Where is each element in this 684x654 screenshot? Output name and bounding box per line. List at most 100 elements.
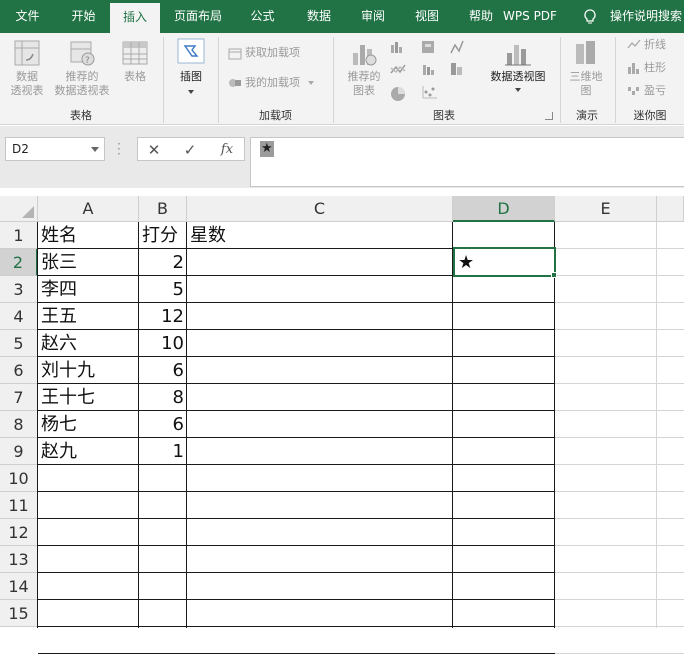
- cell-score[interactable]: 1: [139, 438, 187, 465]
- tab-5[interactable]: 数据: [292, 0, 346, 33]
- row-header[interactable]: 2: [0, 249, 38, 276]
- gridline: [555, 518, 684, 519]
- cell-score[interactable]: 8: [139, 384, 187, 411]
- row-header[interactable]: 4: [0, 303, 38, 330]
- cell-name[interactable]: 王五: [38, 303, 139, 330]
- chevron-down-icon: [307, 81, 314, 85]
- tables-group-label: 表格: [70, 109, 92, 122]
- row-header[interactable]: 1: [0, 222, 38, 249]
- illustrations-button[interactable]: 插图: [168, 37, 214, 94]
- gridline: [38, 572, 555, 573]
- column-header[interactable]: D: [453, 196, 555, 222]
- drag-handle-icon[interactable]: · · ·: [117, 138, 121, 160]
- svg-text:?: ?: [85, 56, 90, 66]
- cell-c1[interactable]: 星数: [187, 222, 453, 249]
- sparkline-winloss-icon: [628, 87, 639, 95]
- cell-name[interactable]: 张三: [38, 249, 139, 276]
- insert-function-icon[interactable]: fx: [215, 140, 239, 160]
- gridline: [555, 545, 684, 546]
- cell-a1[interactable]: 姓名: [38, 222, 139, 249]
- gridline: [555, 275, 684, 276]
- name-box-value: D2: [12, 142, 29, 156]
- pivot-table-icon: [14, 40, 40, 66]
- sparkline-line-button[interactable]: 折线: [627, 36, 666, 54]
- select-all-corner[interactable]: [0, 196, 38, 222]
- cancel-icon[interactable]: ✕: [142, 140, 166, 160]
- sparkline-column-icon: [628, 63, 639, 74]
- row-header[interactable]: 5: [0, 330, 38, 357]
- tab-2[interactable]: 插入: [110, 3, 160, 33]
- recommended-charts-label: 推荐的 图表: [347, 70, 381, 97]
- charts-group-label: 图表: [433, 109, 455, 122]
- 3d-map-button[interactable]: 三维地 图: [565, 39, 607, 98]
- gridline: [555, 383, 684, 384]
- pivot-chart-icon: [505, 45, 531, 66]
- tab-1[interactable]: 开始: [56, 0, 111, 33]
- recommended-charts-button[interactable]: 推荐的 图表: [340, 39, 388, 98]
- gridline: [555, 491, 684, 492]
- row-header[interactable]: 9: [0, 438, 38, 465]
- column-header[interactable]: B: [139, 196, 187, 222]
- chevron-down-icon: [515, 88, 521, 92]
- sparkline-line-icon: [627, 39, 641, 49]
- tab-6[interactable]: 审阅: [346, 0, 400, 33]
- row-header[interactable]: 8: [0, 411, 38, 438]
- cell-score[interactable]: 10: [139, 330, 187, 357]
- column-header[interactable]: [657, 196, 684, 222]
- chevron-down-icon[interactable]: [91, 147, 99, 152]
- sparkline-column-button[interactable]: 柱形: [627, 59, 666, 77]
- row-header[interactable]: 6: [0, 357, 38, 384]
- cell-name[interactable]: 赵九: [38, 438, 139, 465]
- formula-input[interactable]: ★: [250, 137, 684, 187]
- row-header[interactable]: 13: [0, 546, 38, 573]
- cell-name[interactable]: 刘十九: [38, 357, 139, 384]
- sparkline-column-label: 柱形: [644, 61, 666, 74]
- cell-b1[interactable]: 打分: [139, 222, 187, 249]
- row-header[interactable]: 11: [0, 492, 38, 519]
- gridline: [38, 545, 555, 546]
- tab-7[interactable]: 视图: [400, 0, 454, 33]
- sparkline-winloss-button[interactable]: 盈亏: [627, 82, 666, 100]
- my-addins-button[interactable]: 我的加载项: [228, 74, 314, 92]
- column-header[interactable]: C: [187, 196, 453, 222]
- cell-score[interactable]: 5: [139, 276, 187, 303]
- addins-group-label: 加载项: [259, 109, 292, 122]
- cell-name[interactable]: 杨七: [38, 411, 139, 438]
- fill-handle[interactable]: [551, 272, 557, 278]
- cell-name[interactable]: 赵六: [38, 330, 139, 357]
- cell-score[interactable]: 6: [139, 411, 187, 438]
- row-header[interactable]: 15: [0, 600, 38, 627]
- pivot-chart-button[interactable]: 数据透视图: [482, 39, 554, 92]
- row-header[interactable]: 10: [0, 465, 38, 492]
- sparkline-line-label: 折线: [644, 38, 666, 51]
- tab-4[interactable]: 公式: [235, 0, 290, 33]
- cell-score[interactable]: 2: [139, 249, 187, 276]
- recommended-pivot-button[interactable]: ? 推荐的 数据透视表: [50, 39, 114, 98]
- recommended-charts-icon: [353, 45, 377, 66]
- row-header[interactable]: 3: [0, 276, 38, 303]
- cell-name[interactable]: 王十七: [38, 384, 139, 411]
- tab-9[interactable]: WPS PDF: [500, 0, 560, 33]
- pivot-table-button[interactable]: 数据 透视表: [5, 39, 49, 98]
- name-box[interactable]: D2: [5, 137, 105, 161]
- addin-icon: [229, 79, 241, 87]
- tab-0[interactable]: 文件: [0, 0, 55, 33]
- charts-dialog-launcher[interactable]: [545, 112, 553, 120]
- column-header[interactable]: E: [555, 196, 657, 222]
- get-addins-button[interactable]: 获取加载项: [228, 44, 300, 62]
- recommended-pivot-label: 推荐的 数据透视表: [54, 70, 110, 97]
- cell-name[interactable]: 李四: [38, 276, 139, 303]
- row-header[interactable]: 14: [0, 573, 38, 600]
- row-header[interactable]: 12: [0, 519, 38, 546]
- tab-3[interactable]: 页面布局: [163, 0, 233, 33]
- table-button[interactable]: 表格: [116, 39, 154, 84]
- enter-icon[interactable]: ✓: [178, 140, 202, 160]
- cell-score[interactable]: 6: [139, 357, 187, 384]
- sparkline-winloss-label: 盈亏: [644, 84, 666, 97]
- gridline: [555, 437, 684, 438]
- column-header[interactable]: A: [38, 196, 139, 222]
- row-header[interactable]: 7: [0, 384, 38, 411]
- chart-type-icons: [390, 40, 464, 101]
- gridline: [38, 626, 555, 627]
- cell-score[interactable]: 12: [139, 303, 187, 330]
